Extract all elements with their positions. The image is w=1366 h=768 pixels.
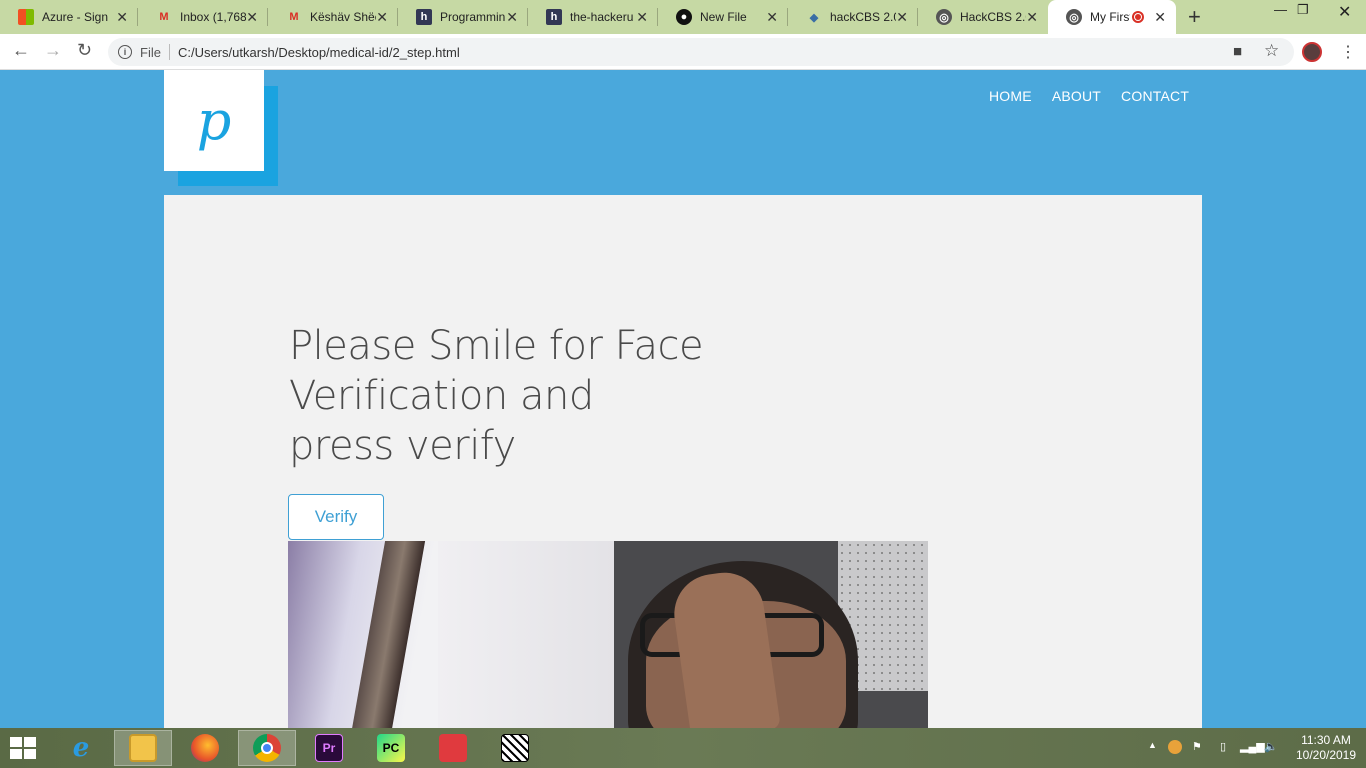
volume-icon[interactable]: 🔈 — [1264, 740, 1278, 753]
close-icon[interactable]: ✕ — [636, 9, 648, 26]
star-icon[interactable]: ☆ — [1264, 41, 1279, 61]
tab-hackerearth[interactable]: h the-hackeru ✕ — [528, 0, 658, 34]
url-text[interactable]: C:/Users/utkarsh/Desktop/medical-id/2_st… — [178, 45, 460, 60]
content-panel: Please Smile for Face Verification and p… — [164, 195, 1202, 728]
scheme-label: File — [140, 44, 161, 60]
tab-title: Azure - Sign — [42, 10, 108, 24]
network-app-icon[interactable] — [1168, 740, 1182, 754]
taskbar-app[interactable] — [114, 730, 172, 766]
windows-start-icon[interactable] — [10, 737, 38, 759]
gmail-icon: M — [289, 11, 299, 23]
tab-programming[interactable]: h Programmin ✕ — [398, 0, 528, 34]
close-window-button[interactable]: ✕ — [1338, 2, 1351, 22]
close-icon[interactable]: ✕ — [116, 9, 128, 26]
file-explorer-icon — [129, 734, 157, 762]
show-hidden-icons[interactable]: ▲ — [1148, 740, 1157, 750]
close-icon[interactable]: ✕ — [1154, 9, 1166, 26]
tab-title: Programmin — [440, 10, 506, 24]
globe-icon: ◎ — [936, 9, 952, 25]
tab-title: Inbox (1,768 — [180, 10, 246, 24]
recording-icon — [1132, 11, 1144, 23]
chrome-icon — [253, 734, 281, 762]
tab-title: the-hackeru — [570, 10, 634, 24]
tab-azure[interactable]: Azure - Sign ✕ — [0, 0, 138, 34]
browser-toolbar: ← → ↻ i File C:/Users/utkarsh/Desktop/me… — [0, 34, 1366, 70]
reload-button[interactable]: ↻ — [77, 40, 92, 61]
close-icon[interactable]: ✕ — [246, 9, 258, 26]
taskbar-app[interactable] — [238, 730, 296, 766]
avatar[interactable] — [1302, 42, 1322, 62]
verify-button[interactable]: Verify — [288, 494, 384, 540]
camera-icon[interactable]: ■ — [1233, 43, 1242, 60]
new-tab-button[interactable]: + — [1188, 4, 1201, 30]
address-bar[interactable]: i File C:/Users/utkarsh/Desktop/medical-… — [108, 38, 1294, 66]
gmail-icon: M — [159, 11, 169, 23]
divider — [168, 44, 170, 60]
menu-icon[interactable]: ⋮ — [1340, 42, 1356, 62]
globe-icon: ◎ — [1066, 9, 1082, 25]
tab-inbox[interactable]: M Inbox (1,768 ✕ — [138, 0, 268, 34]
minimize-button[interactable]: — — [1274, 2, 1287, 17]
camera-app-icon — [439, 734, 467, 762]
webcam-video — [288, 541, 928, 728]
tab-my-first[interactable]: ◎ My First ✕ — [1048, 0, 1176, 34]
pattern-app-icon — [501, 734, 529, 762]
taskbar-app[interactable] — [424, 730, 482, 766]
restore-button[interactable]: ❐ — [1297, 2, 1309, 18]
tab-title: hackCBS 2.0 — [830, 10, 896, 24]
tab-title: HackCBS 2.0 — [960, 10, 1026, 24]
nav-about[interactable]: ABOUT — [1052, 88, 1101, 104]
close-icon[interactable]: ✕ — [1026, 9, 1038, 26]
premiere-pro-icon: Pr — [315, 734, 343, 762]
page-title: Please Smile for Face Verification and p… — [289, 323, 704, 469]
tab-hackcbs-2[interactable]: ◎ HackCBS 2.0 ✕ — [918, 0, 1048, 34]
battery-icon[interactable]: ▯ — [1220, 740, 1226, 753]
tab-title: Këshäv Shëë — [310, 10, 376, 24]
tab-strip: Azure - Sign ✕ M Inbox (1,768 ✕ M Këshäv… — [0, 0, 1366, 34]
site-logo[interactable]: p — [164, 70, 264, 171]
close-icon[interactable]: ✕ — [766, 9, 778, 26]
tab-hackcbs[interactable]: ◆ hackCBS 2.0 ✕ — [788, 0, 918, 34]
pycharm-icon: PC — [377, 734, 405, 762]
tab-keshav[interactable]: M Këshäv Shëë ✕ — [268, 0, 398, 34]
clock-date: 10/20/2019 — [1295, 748, 1357, 762]
web-page: p HOME ABOUT CONTACT Please Smile for Fa… — [0, 70, 1366, 728]
tab-title: My First — [1090, 10, 1130, 24]
taskbar: e Pr PC ▲ ⚑ ▯ ▂▄▆ 🔈 11:30 AM 10/20/2019 — [0, 728, 1366, 768]
nav-home[interactable]: HOME — [989, 88, 1032, 104]
microsoft-logo-icon — [18, 9, 34, 25]
forward-button[interactable]: → — [44, 40, 62, 61]
close-icon[interactable]: ✕ — [376, 9, 388, 26]
taskbar-app[interactable]: e — [52, 730, 110, 766]
site-nav: HOME ABOUT CONTACT — [989, 88, 1189, 104]
system-clock[interactable]: 11:30 AM 10/20/2019 — [1288, 733, 1364, 763]
clock-time: 11:30 AM — [1301, 733, 1351, 747]
close-icon[interactable]: ✕ — [506, 9, 518, 26]
hackerearth-icon: h — [546, 9, 562, 25]
taskbar-app[interactable]: Pr — [300, 730, 358, 766]
internet-explorer-icon: e — [72, 733, 90, 763]
video-bg — [438, 541, 618, 728]
firefox-icon — [191, 734, 219, 762]
back-button[interactable]: ← — [12, 40, 30, 61]
nav-contact[interactable]: CONTACT — [1121, 88, 1189, 104]
hackerearth-icon: h — [416, 9, 432, 25]
tab-new-file[interactable]: ● New File ✕ — [658, 0, 788, 34]
info-icon[interactable]: i — [118, 45, 132, 59]
taskbar-app[interactable] — [176, 730, 234, 766]
github-icon: ● — [676, 9, 692, 25]
flag-icon[interactable]: ⚑ — [1192, 740, 1202, 753]
logo-letter: p — [196, 89, 232, 152]
tab-title: New File — [700, 10, 747, 24]
taskbar-app[interactable] — [486, 730, 544, 766]
hackcbs-icon: ◆ — [809, 11, 819, 24]
signal-icon[interactable]: ▂▄▆ — [1240, 740, 1265, 753]
taskbar-app[interactable]: PC — [362, 730, 420, 766]
close-icon[interactable]: ✕ — [896, 9, 908, 26]
